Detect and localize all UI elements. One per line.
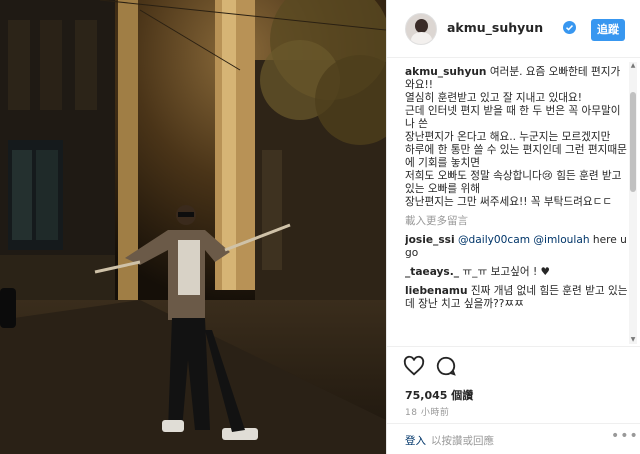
- caption-username[interactable]: akmu_suhyun: [405, 66, 486, 78]
- comment-username[interactable]: josie_ssi: [405, 234, 455, 246]
- verified-badge-icon: [563, 21, 576, 34]
- heart-icon[interactable]: [403, 355, 425, 377]
- caption-text: 여러분. 요즘 오빠한테 편지가 와요!! 열심히 훈련받고 있고 잘 지내고 …: [405, 66, 627, 208]
- scroll-down-icon[interactable]: ▼: [629, 336, 637, 344]
- login-prompt-text: 以按讚或回應: [431, 435, 494, 447]
- comment-item: josie_ssi @daily00cam @imloulah here u g…: [405, 234, 629, 260]
- post-timestamp: 18 小時前: [405, 408, 450, 418]
- comment-text: ㅠ_ㅠ 보고싶어 ! ♥: [459, 266, 551, 278]
- load-more-comments-link[interactable]: 載入更多留言: [405, 215, 629, 228]
- more-icon[interactable]: •••: [611, 428, 639, 444]
- comment-icon[interactable]: [435, 355, 457, 377]
- comment-item: liebenamu 진짜 개념 없네 힘든 훈련 받고 있는데 장난 치고 싶을…: [405, 285, 629, 311]
- like-count[interactable]: 75,045 個讚: [405, 387, 473, 403]
- comments-list: akmu_suhyun 여러분. 요즘 오빠한테 편지가 와요!! 열심히 훈련…: [405, 66, 629, 342]
- header-username[interactable]: akmu_suhyun: [447, 20, 543, 35]
- avatar[interactable]: [405, 13, 437, 45]
- scroll-up-icon[interactable]: ▲: [629, 62, 637, 70]
- comment-item: _taeays._ ㅠ_ㅠ 보고싶어 ! ♥: [405, 266, 629, 279]
- comment-username[interactable]: liebenamu: [405, 285, 468, 297]
- follow-button[interactable]: 追蹤: [591, 19, 625, 41]
- login-prompt: 登入 以按讚或回應 •••: [387, 423, 640, 454]
- post-side-panel: akmu_suhyun 追蹤 akmu_suhyun 여러분. 요즘 오빠한테 …: [386, 0, 640, 454]
- night-street-photo: [0, 0, 386, 454]
- comments-scrollbar[interactable]: ▲ ▼: [629, 62, 637, 344]
- scroll-thumb[interactable]: [630, 92, 636, 192]
- post-header: akmu_suhyun 追蹤: [387, 0, 640, 58]
- comment-mentions[interactable]: @daily00cam @imloulah: [458, 234, 590, 246]
- post-photo[interactable]: [0, 0, 386, 454]
- comment-username[interactable]: _taeays._: [405, 266, 459, 278]
- post-actions: 75,045 個讚 18 小時前 登入 以按讚或回應 •••: [387, 346, 640, 454]
- login-link[interactable]: 登入: [405, 433, 426, 448]
- post-caption: akmu_suhyun 여러분. 요즘 오빠한테 편지가 와요!! 열심히 훈련…: [405, 66, 629, 209]
